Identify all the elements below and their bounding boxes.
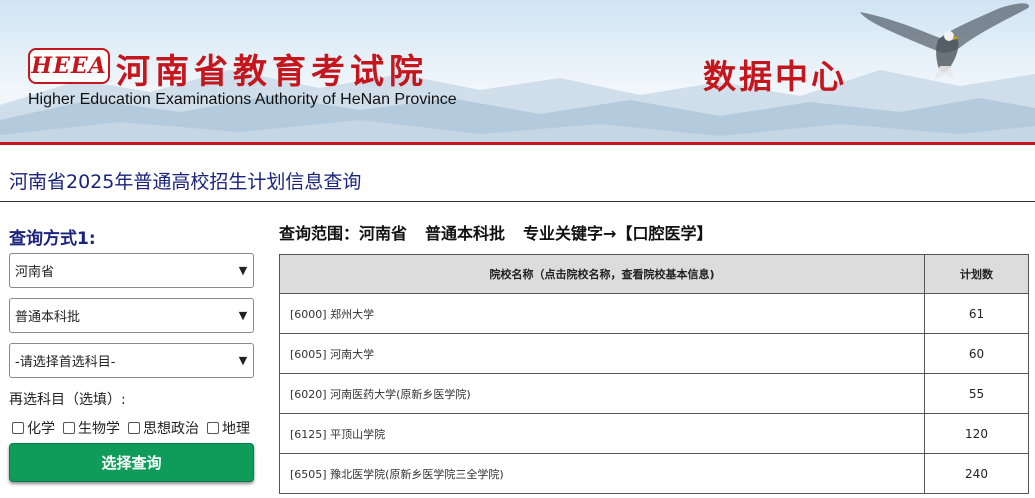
- elective-checkbox-biology[interactable]: 生物学: [63, 418, 120, 438]
- checkbox-label: 地理: [222, 421, 250, 437]
- checkbox-icon[interactable]: [63, 422, 75, 434]
- title-divider: [0, 201, 1035, 202]
- checkbox-label: 生物学: [78, 421, 120, 437]
- school-name-link[interactable]: [6005] 河南大学: [279, 333, 925, 374]
- first-subject-select[interactable]: -请选择首选科目- ▼: [9, 343, 254, 378]
- plan-count: 60: [924, 333, 1029, 374]
- school-name-link[interactable]: [6000] 郑州大学: [279, 293, 925, 334]
- elective-checkbox-politics[interactable]: 思想政治: [128, 418, 199, 438]
- school-name-link[interactable]: [6505] 豫北医学院(原新乡医学院三全学院): [279, 453, 925, 494]
- province-select-value: 河南省: [15, 265, 55, 280]
- batch-select[interactable]: 普通本科批 ▼: [9, 298, 254, 333]
- checkbox-label: 化学: [27, 421, 55, 437]
- header-divider: [0, 142, 1035, 145]
- column-header-plan-count: 计划数: [924, 254, 1029, 294]
- table-row: [6005] 河南大学 60: [279, 333, 1029, 374]
- table-row: [6000] 郑州大学 61: [279, 293, 1029, 334]
- chevron-down-icon: ▼: [238, 264, 248, 277]
- query-method-label: 查询方式1:: [9, 229, 96, 249]
- section-title-data-center: 数据中心: [703, 57, 847, 96]
- plan-count: 61: [924, 293, 1029, 334]
- column-header-school: 院校名称（点击院校名称，查看院校基本信息): [279, 254, 925, 294]
- scope-batch: 普通本科批: [425, 224, 506, 243]
- elective-subjects-label: 再选科目（选填）:: [9, 392, 126, 408]
- province-select[interactable]: 河南省 ▼: [9, 253, 254, 288]
- results-table: 院校名称（点击院校名称，查看院校基本信息) 计划数 [6000] 郑州大学 61…: [279, 254, 1029, 494]
- scope-province: 查询范围：河南省: [279, 224, 408, 243]
- elective-checkbox-geography[interactable]: 地理: [207, 418, 250, 438]
- first-subject-select-value: -请选择首选科目-: [15, 355, 116, 370]
- query-scope: 查询范围：河南省 普通本科批 专业关键字→【口腔医学】: [279, 220, 712, 244]
- batch-select-value: 普通本科批: [15, 310, 81, 325]
- checkbox-label: 思想政治: [143, 421, 199, 437]
- org-name-chinese: 河南省教育考试院: [116, 52, 428, 92]
- plan-count: 240: [924, 453, 1029, 494]
- elective-subjects-group: 化学 生物学 思想政治 地理: [12, 418, 250, 438]
- submit-query-button[interactable]: 选择查询: [9, 443, 254, 482]
- scope-keyword: 专业关键字→【口腔医学】: [523, 224, 713, 243]
- plan-count: 55: [924, 373, 1029, 414]
- heea-logo: HEEA: [28, 48, 110, 84]
- chevron-down-icon: ▼: [238, 309, 248, 322]
- chevron-down-icon: ▼: [238, 354, 248, 367]
- checkbox-icon[interactable]: [207, 422, 219, 434]
- table-row: [6125] 平顶山学院 120: [279, 413, 1029, 454]
- table-row: [6020] 河南医药大学(原新乡医学院) 55: [279, 373, 1029, 414]
- elective-checkbox-chemistry[interactable]: 化学: [12, 418, 55, 438]
- table-row: [6505] 豫北医学院(原新乡医学院三全学院) 240: [279, 453, 1029, 494]
- school-name-link[interactable]: [6125] 平顶山学院: [279, 413, 925, 454]
- checkbox-icon[interactable]: [12, 422, 24, 434]
- header-banner: HEEA 河南省教育考试院 Higher Education Examinati…: [0, 0, 1035, 143]
- school-name-link[interactable]: [6020] 河南医药大学(原新乡医学院): [279, 373, 925, 414]
- eagle-icon: [860, 3, 1030, 80]
- page-title: 河南省2025年普通高校招生计划信息查询: [9, 171, 362, 193]
- table-header-row: 院校名称（点击院校名称，查看院校基本信息) 计划数: [279, 254, 1029, 294]
- checkbox-icon[interactable]: [128, 422, 140, 434]
- org-name-english: Higher Education Examinations Authority …: [28, 91, 457, 108]
- plan-count: 120: [924, 413, 1029, 454]
